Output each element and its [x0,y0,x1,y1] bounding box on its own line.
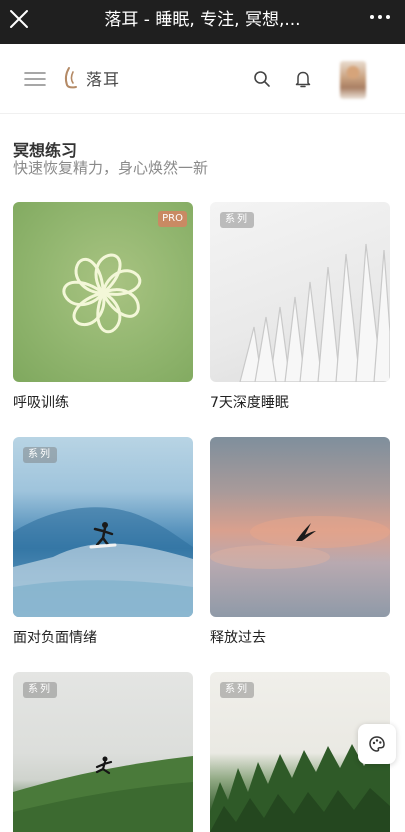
card-label: 释放过去 [210,630,266,646]
card-deep-sleep[interactable]: 系列 7天深度睡眠 [210,202,390,411]
logo-text: 落耳 [86,70,121,89]
card-5[interactable]: 系列 [13,672,193,832]
more-dots-icon[interactable] [369,11,391,23]
card-label: 呼吸训练 [13,395,69,411]
card-label: 7天深度睡眠 [210,395,289,411]
series-badge: 系列 [220,212,254,228]
series-badge: 系列 [23,682,57,698]
card-breathing[interactable]: PRO 呼吸训练 [13,202,193,411]
app-header: 落耳 [0,44,405,114]
card-label: 面对负面情绪 [13,630,97,646]
card-thumbnail: 系列 [13,437,193,617]
section-subtitle: 快速恢复精力，身心焕然一新 [13,159,209,177]
card-thumbnail [210,437,390,617]
top-bar: 落耳 - 睡眠, 专注, 冥想,... [0,0,405,44]
window-title: 落耳 - 睡眠, 专注, 冥想,... [104,10,301,30]
sculpture-image [239,243,390,382]
flower-icon [62,253,142,334]
avatar[interactable] [340,61,366,99]
palette-icon [369,736,385,752]
logo-icon [64,67,77,89]
card-thumbnail: PRO [13,202,193,382]
menu-icon[interactable] [24,71,46,87]
search-icon[interactable] [253,70,271,88]
surfer-image [13,507,193,617]
palette-button[interactable] [358,724,396,764]
card-thumbnail: 系列 [210,202,390,382]
series-badge: 系列 [220,682,254,698]
bird-image [210,516,390,569]
close-icon[interactable] [9,9,29,29]
series-badge: 系列 [23,447,57,463]
bell-icon[interactable] [294,69,312,89]
card-release-past[interactable]: 释放过去 [210,437,390,646]
pro-badge: PRO [158,211,187,227]
card-negative-emotions[interactable]: 系列 面对负面情绪 [13,437,193,646]
card-thumbnail: 系列 [13,672,193,832]
